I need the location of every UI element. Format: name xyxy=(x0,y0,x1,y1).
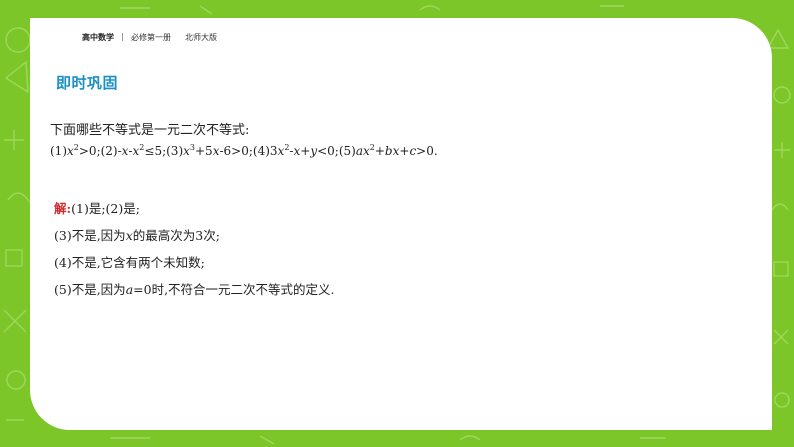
content-card: 高中数学 必修第一册 北师大版 即时巩固 下面哪些不等式是一元二次不等式: (1… xyxy=(30,18,772,430)
answer-label: 解: xyxy=(54,201,72,216)
answer-line-2: (3)不是,因为x的最高次为3次; xyxy=(54,228,220,243)
header-book: 必修第一册 xyxy=(131,32,171,42)
question-formula: (1)x2>0;(2)-x-x2≤5;(3)x3+5x-6>0;(4)3x2-x… xyxy=(50,143,438,159)
answer-line-3: (4)不是,它含有两个未知数; xyxy=(54,255,205,270)
header-bar: 高中数学 必修第一册 北师大版 xyxy=(82,31,217,43)
header-divider xyxy=(122,33,123,41)
slide: 高中数学 必修第一册 北师大版 即时巩固 下面哪些不等式是一元二次不等式: (1… xyxy=(0,0,794,447)
section-title: 即时巩固 xyxy=(56,74,119,92)
question-text: 下面哪些不等式是一元二次不等式: xyxy=(50,123,250,138)
answer-line-1: 解:(1)是;(2)是; xyxy=(54,201,140,216)
answer-line-4: (5)不是,因为a=0时,不符合一元二次不等式的定义. xyxy=(54,282,335,297)
header-subject: 高中数学 xyxy=(82,32,114,42)
header-publisher: 北师大版 xyxy=(185,32,217,42)
